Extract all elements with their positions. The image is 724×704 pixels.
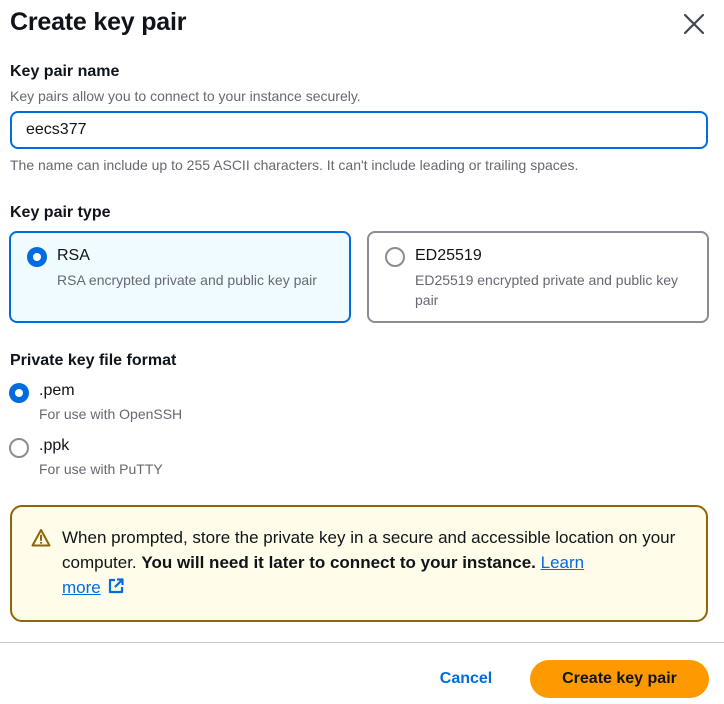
warning-alert: When prompted, store the private key in …	[10, 505, 708, 622]
key-pair-name-constraint: The name can include up to 255 ASCII cha…	[10, 157, 579, 173]
footer-divider	[0, 642, 724, 643]
key-type-desc-ed25519: ED25519 encrypted private and public key…	[415, 272, 679, 308]
close-icon	[683, 13, 705, 35]
key-pair-type-label: Key pair type	[10, 204, 111, 221]
file-format-label: Private key file format	[10, 352, 177, 369]
key-pair-name-input[interactable]	[10, 111, 708, 149]
warning-icon	[31, 529, 51, 547]
key-type-tile-ed25519[interactable]: ED25519 ED25519 encrypted private and pu…	[367, 231, 709, 323]
create-key-pair-button[interactable]: Create key pair	[530, 660, 709, 698]
radio-ppk[interactable]	[9, 438, 29, 458]
close-button[interactable]	[680, 10, 708, 38]
key-type-title-ed25519: ED25519	[415, 247, 482, 264]
key-type-tile-rsa[interactable]: RSA RSA encrypted private and public key…	[9, 231, 351, 323]
key-type-title-rsa: RSA	[57, 247, 90, 264]
key-pair-name-label: Key pair name	[10, 63, 120, 80]
alert-bold-text: You will need it later to connect to you…	[141, 553, 536, 572]
key-type-desc-rsa: RSA encrypted private and public key pai…	[57, 272, 317, 288]
alert-message: When prompted, store the private key in …	[62, 525, 682, 600]
radio-pem[interactable]	[9, 383, 29, 403]
format-option-pem[interactable]: .pem	[39, 382, 75, 400]
format-option-ppk[interactable]: .ppk	[39, 437, 69, 455]
cancel-button[interactable]: Cancel	[425, 661, 507, 697]
radio-ed25519[interactable]	[385, 247, 405, 267]
external-link-icon[interactable]	[107, 577, 125, 595]
radio-rsa[interactable]	[27, 247, 47, 267]
format-desc-pem: For use with OpenSSH	[39, 406, 183, 422]
dialog-title: Create key pair	[10, 8, 187, 36]
format-desc-ppk: For use with PuTTY	[39, 461, 163, 477]
key-pair-name-description: Key pairs allow you to connect to your i…	[10, 88, 361, 104]
